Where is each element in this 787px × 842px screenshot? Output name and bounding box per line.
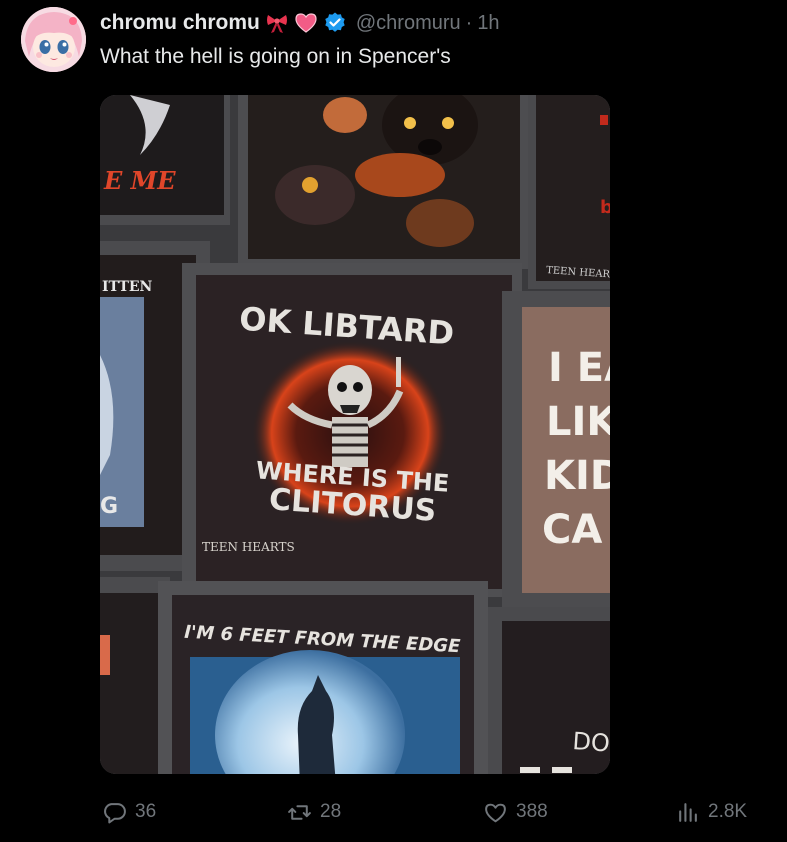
sign-top-left: E ME [100, 95, 230, 225]
ribbon-icon [265, 11, 289, 35]
svg-text:KID: KID [544, 453, 610, 499]
retweet-button[interactable]: 28 [287, 796, 341, 828]
sign-bottom-right: DON [488, 607, 610, 774]
tweet-photo[interactable]: E ME b TEEN HEART ITTEN G OK LIBTARD WHE… [100, 95, 610, 774]
svg-text:LIK: LIK [546, 399, 610, 445]
heart-icon [294, 11, 318, 35]
verified-badge-icon[interactable] [323, 11, 347, 35]
timestamp[interactable]: 1h [477, 12, 499, 35]
svg-text:I EA: I EA [548, 345, 610, 391]
sign-top-right: b TEEN HEART [528, 95, 610, 289]
tweet-header: chromu chromu @chromuru · 1h [100, 8, 500, 38]
display-name[interactable]: chromu chromu [100, 11, 260, 35]
svg-text:ITTEN: ITTEN [102, 279, 153, 295]
sign-top-center [238, 95, 528, 269]
handle[interactable]: @chromuru [356, 12, 461, 35]
sign-bottom-center: I'M 6 FEET FROM THE EDGE [158, 581, 488, 774]
svg-text:E ME: E ME [103, 166, 176, 195]
svg-text:DON: DON [572, 727, 610, 759]
svg-text:G: G [100, 494, 118, 519]
avatar[interactable] [21, 7, 86, 72]
sign-right-text: I EA LIK KID CA [502, 291, 610, 613]
sign-center-ok-libtard: OK LIBTARD WHERE IS THE CLITORUS TEEN HE… [182, 263, 522, 597]
tweet[interactable]: chromu chromu @chromuru · 1h What the he… [0, 0, 787, 842]
retweet-count: 28 [320, 801, 342, 822]
heart-icon [485, 803, 506, 822]
tweet-text: What the hell is going on in Spencer's [100, 45, 451, 68]
bar-chart-icon [679, 802, 697, 822]
view-count: 2.8K [708, 801, 748, 822]
photo-of-wall-signs: E ME b TEEN HEART ITTEN G OK LIBTARD WHE… [100, 95, 610, 774]
svg-text:TEEN HEARTS: TEEN HEARTS [202, 540, 295, 554]
svg-text:b: b [600, 197, 610, 218]
reply-count: 36 [135, 801, 157, 822]
views-button[interactable]: 2.8K [675, 796, 747, 828]
tweet-actions: 36 28 388 2.8K [0, 796, 787, 828]
retweet-icon [288, 804, 311, 820]
like-button[interactable]: 388 [483, 796, 548, 828]
svg-text:CA: CA [542, 507, 602, 553]
avatar-anime-girl-icon [21, 7, 86, 72]
like-count: 388 [516, 801, 548, 822]
reply-button[interactable]: 36 [102, 796, 156, 828]
reply-icon [104, 802, 126, 823]
separator-dot: · [465, 11, 473, 34]
